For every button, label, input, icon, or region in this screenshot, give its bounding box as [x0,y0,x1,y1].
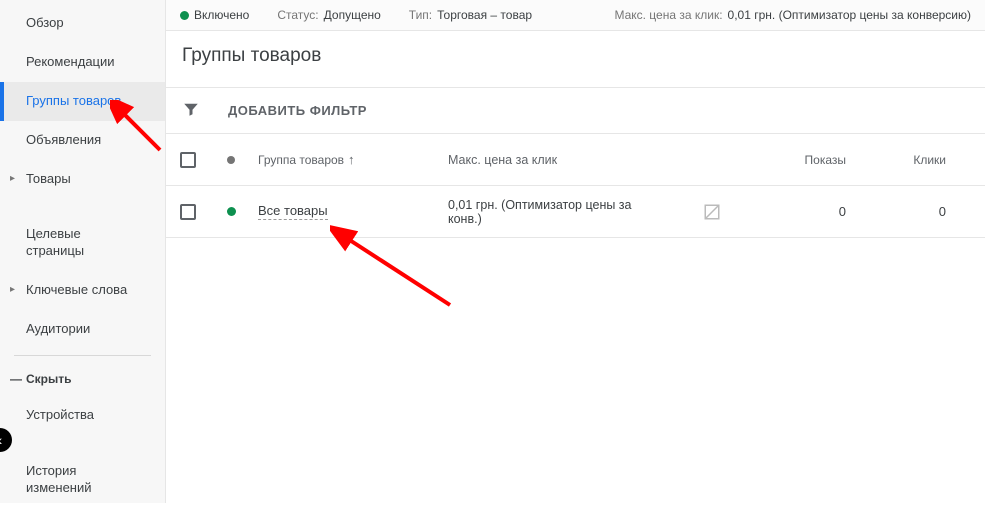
sidebar-item-label: Аудитории [26,321,90,336]
sidebar-item-audiences[interactable]: Аудитории [0,310,165,349]
header-shows-label: Показы [805,153,846,167]
sidebar-item-products[interactable]: ▸ Товары [0,160,165,199]
row-clicks-value: 0 [939,204,946,219]
header-cpc-label: Макс. цена за клик [448,153,557,167]
status-dot-icon [180,11,189,20]
sidebar-hide-label: Скрыть [26,372,72,386]
status-enabled[interactable]: Включено [180,8,249,22]
chevron-right-icon: ▸ [10,172,15,185]
row-clicks: 0 [862,204,962,219]
sidebar-item-ads[interactable]: Объявления [0,121,165,160]
cpc-value: 0,01 грн. (Оптимизатор цены за конверсию… [728,8,971,22]
no-image-icon [703,203,721,221]
row-shows: 0 [762,204,862,219]
status-enabled-icon [227,207,236,216]
chevron-left-icon: ‹ [0,432,2,448]
sidebar-item-recommendations[interactable]: Рекомендации [0,43,165,82]
max-cpc-info: Макс. цена за клик: 0,01 грн. (Оптимизат… [614,8,971,22]
sidebar-item-label: Устройства [26,407,94,422]
sidebar-item-label: История изменений [26,463,92,495]
status-value: Допущено [324,8,381,22]
row-status-cell [210,207,252,216]
row-group-label: Все товары [258,203,328,220]
chevron-right-icon: ▸ [10,283,15,296]
sidebar-item-devices[interactable]: Устройства [0,396,165,435]
minus-icon: — [10,372,22,386]
header-clicks-label: Клики [913,153,946,167]
sort-ascending-icon: ↑ [348,152,355,167]
approval-status: Статус: Допущено [277,8,380,22]
sidebar-item-keywords[interactable]: ▸ Ключевые слова [0,271,165,310]
filter-row: ДОБАВИТЬ ФИЛЬТР [166,88,985,134]
header-group[interactable]: Группа товаров ↑ [252,152,442,167]
sidebar-item-landing-pages[interactable]: Целевые страницы [0,198,165,271]
sidebar-item-overview[interactable]: Обзор [0,4,165,43]
main: Включено Статус: Допущено Тип: Торговая … [166,0,985,503]
table-row[interactable]: Все товары 0,01 грн. (Оптимизатор цены з… [166,186,985,238]
header-status-cell [210,156,252,164]
header-clicks[interactable]: Клики [862,153,962,167]
row-image [662,203,762,221]
sidebar-item-label: Товары [26,171,71,186]
sidebar: Обзор Рекомендации Группы товаров Объявл… [0,0,166,503]
header-group-label: Группа товаров [258,153,344,167]
sidebar-item-label: Ключевые слова [26,282,127,297]
header-shows[interactable]: Показы [762,153,862,167]
sidebar-hide-toggle[interactable]: — Скрыть [0,362,165,396]
row-checkbox-cell [166,204,210,220]
enabled-label: Включено [194,8,249,22]
type-label: Тип: [409,8,432,22]
type-value: Торговая – товар [437,8,532,22]
page-title-row: Группы товаров [166,31,985,88]
status-label: Статус: [277,8,318,22]
row-shows-value: 0 [839,204,846,219]
sidebar-item-change-history[interactable]: История изменений [0,435,165,507]
filter-icon[interactable] [182,100,200,121]
sidebar-divider [14,355,151,356]
add-filter-button[interactable]: ДОБАВИТЬ ФИЛЬТР [228,103,367,118]
top-info-bar: Включено Статус: Допущено Тип: Торговая … [166,0,985,31]
row-checkbox[interactable] [180,204,196,220]
sidebar-item-label: Объявления [26,132,101,147]
header-checkbox-cell [166,152,210,168]
cpc-label: Макс. цена за клик: [614,8,722,22]
sidebar-item-label: Целевые страницы [26,226,84,258]
row-cpc[interactable]: 0,01 грн. (Оптимизатор цены за конв.) [442,198,662,226]
status-column-icon [227,156,235,164]
campaign-type: Тип: Торговая – товар [409,8,532,22]
header-cpc[interactable]: Макс. цена за клик [442,153,662,167]
sidebar-item-label: Группы товаров [26,93,121,108]
row-cpc-label: 0,01 грн. (Оптимизатор цены за конв.) [448,198,631,226]
table-header-row: Группа товаров ↑ Макс. цена за клик Пока… [166,134,985,186]
sidebar-item-label: Обзор [26,15,64,30]
row-group[interactable]: Все товары [252,203,442,220]
sidebar-item-label: Рекомендации [26,54,115,69]
page-title: Группы товаров [182,45,969,67]
select-all-checkbox[interactable] [180,152,196,168]
product-group-table: Группа товаров ↑ Макс. цена за клик Пока… [166,134,985,238]
sidebar-item-product-groups[interactable]: Группы товаров [0,82,165,121]
